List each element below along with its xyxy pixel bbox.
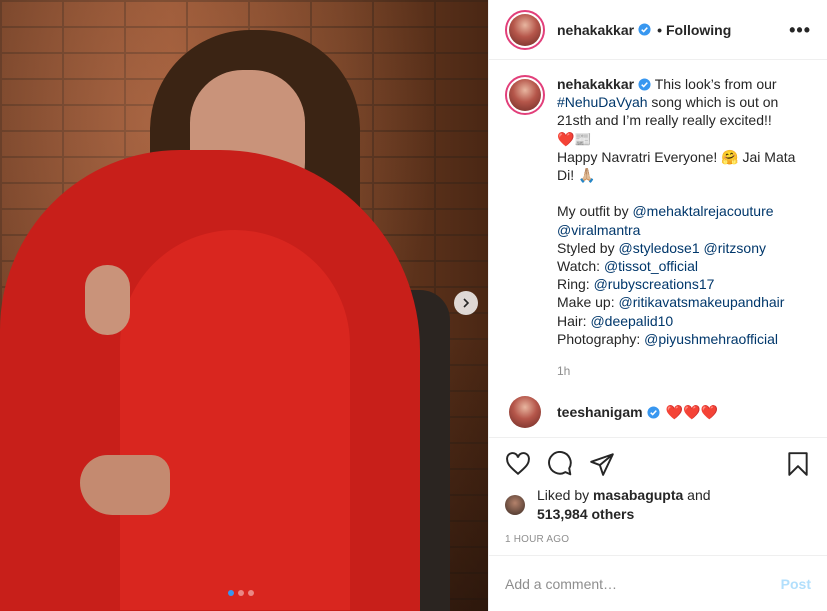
avatar[interactable] [505, 9, 545, 50]
post-photo[interactable] [0, 0, 488, 611]
likes-prefix: Liked by [537, 487, 594, 503]
comment-username[interactable]: teeshanigam [557, 404, 643, 420]
header-username[interactable]: nehakakkar [557, 22, 634, 38]
caption: nehakakkar This look’s from our #NehuDaV… [505, 75, 817, 380]
carousel-dot-3 [248, 590, 254, 596]
caption-timestamp[interactable]: 1h [557, 362, 802, 380]
mention-link[interactable]: @deepalid10 [590, 313, 673, 329]
separator: • [657, 21, 662, 38]
mention-link[interactable]: @tissot_official [604, 258, 698, 274]
comment-input[interactable] [505, 575, 781, 592]
more-options-icon[interactable]: ••• [789, 21, 811, 39]
share-icon[interactable] [589, 451, 615, 477]
outfit-label: My outfit by [557, 203, 633, 220]
caption-line1: This look’s from our [654, 76, 777, 92]
caption-avatar[interactable] [505, 75, 545, 115]
post-sidebar: nehakakkar • Following ••• nehakakkar Thi… [488, 0, 827, 611]
action-bar [505, 438, 811, 490]
red-dress [120, 230, 350, 610]
verified-badge-icon [638, 23, 651, 36]
add-comment-bar: Post [489, 555, 827, 611]
carousel-next-button[interactable] [454, 291, 478, 315]
photography-label: Photography: [557, 330, 645, 347]
comment-row: teeshanigam ❤️❤️❤️ [505, 396, 817, 429]
hashtag-link[interactable]: #NehuDaVyah [557, 94, 648, 110]
liker-avatar[interactable] [505, 495, 525, 515]
carousel-indicator [228, 590, 254, 596]
heart-icon[interactable] [505, 451, 531, 477]
raised-hand [85, 265, 130, 335]
liker-username[interactable]: masabagupta [593, 487, 683, 503]
hair-label: Hair: [557, 312, 591, 329]
mention-link[interactable]: @ritzsony [704, 240, 766, 256]
ring-label: Ring: [557, 276, 594, 293]
verified-badge-icon [638, 78, 651, 91]
styled-label: Styled by [557, 239, 619, 256]
resting-hand [80, 455, 170, 515]
caption-text: nehakakkar This look’s from our #NehuDaV… [557, 75, 802, 380]
caption-username[interactable]: nehakakkar [557, 76, 634, 92]
mention-link[interactable]: @mehaktalrejacouture [632, 203, 773, 219]
likes-text: Liked by masabagupta and 513,984 others [537, 486, 711, 524]
caption-emoji: ❤️📰 [557, 130, 592, 147]
post-comment-button[interactable]: Post [781, 576, 811, 592]
comment-avatar[interactable] [509, 396, 541, 429]
makeup-label: Make up: [557, 294, 619, 311]
mention-link[interactable]: @ritikavatsmakeupandhair [618, 294, 784, 310]
following-button[interactable]: • Following [657, 22, 731, 38]
carousel-dot-1 [228, 590, 234, 596]
mention-link[interactable]: @piyushmehraofficial [644, 331, 778, 347]
mention-link[interactable]: @styledose1 [618, 240, 699, 256]
caption-line3: Happy Navratri Everyone! 🤗 Jai Mata Di! … [557, 148, 796, 184]
likes-mid: and [683, 487, 711, 503]
comment-icon[interactable] [547, 451, 573, 477]
post-header: nehakakkar • Following ••• [489, 0, 827, 60]
chevron-right-icon [463, 298, 470, 308]
likes-summary: Liked by masabagupta and 513,984 others [505, 486, 811, 524]
comment-text: ❤️❤️❤️ [665, 403, 718, 420]
post-date[interactable]: 1 HOUR AGO [505, 534, 811, 545]
likes-count[interactable]: 513,984 others [537, 506, 634, 522]
verified-badge-icon [647, 406, 660, 419]
carousel-dot-2 [238, 590, 244, 596]
comments-section: nehakakkar This look’s from our #NehuDaV… [505, 75, 817, 437]
mention-link[interactable]: @rubyscreations17 [594, 276, 715, 292]
post-actions: Liked by masabagupta and 513,984 others … [489, 437, 827, 545]
mention-link[interactable]: @viralmantra [557, 222, 640, 238]
watch-label: Watch: [557, 258, 604, 275]
bookmark-icon[interactable] [785, 451, 811, 477]
following-label: Following [665, 21, 732, 38]
